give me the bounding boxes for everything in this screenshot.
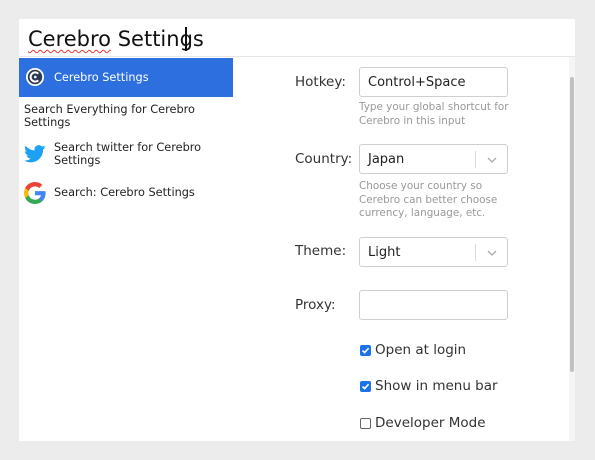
proxy-label: Proxy: (295, 297, 336, 313)
chevron-down-icon (487, 157, 497, 163)
hotkey-label: Hotkey: (295, 74, 346, 90)
scrollbar-thumb[interactable] (570, 77, 574, 372)
checkbox-unchecked-icon[interactable] (360, 417, 371, 429)
settings-panel: Hotkey: Control+Space Type your global s… (19, 19, 575, 441)
show-in-menu-bar-checkbox[interactable]: Show in menu bar (360, 378, 498, 394)
select-separator (475, 244, 476, 261)
theme-label: Theme: (295, 243, 347, 259)
checkbox-checked-icon[interactable] (360, 380, 371, 392)
hotkey-input[interactable]: Control+Space (359, 67, 508, 97)
chevron-down-icon (487, 250, 497, 256)
cerebro-window: Cerebro Settings Cerebro Settings Search… (19, 19, 575, 441)
country-value: Japan (368, 151, 405, 167)
country-hint: Choose your country so Cerebro can bette… (359, 180, 498, 219)
developer-mode-label: Developer Mode (375, 415, 486, 431)
select-separator (475, 151, 476, 168)
hotkey-hint: Type your global shortcut for Cerebro in… (359, 101, 509, 127)
hotkey-value: Control+Space (368, 74, 466, 90)
checkbox-checked-icon[interactable] (360, 344, 371, 356)
show-in-menu-bar-label: Show in menu bar (375, 378, 498, 394)
theme-value: Light (368, 244, 401, 260)
country-label: Country: (295, 151, 353, 167)
developer-mode-checkbox[interactable]: Developer Mode (360, 415, 486, 431)
country-select[interactable]: Japan (359, 144, 508, 174)
open-at-login-checkbox[interactable]: Open at login (360, 342, 466, 358)
proxy-input[interactable] (359, 290, 508, 320)
theme-select[interactable]: Light (359, 237, 508, 267)
open-at-login-label: Open at login (375, 342, 467, 358)
